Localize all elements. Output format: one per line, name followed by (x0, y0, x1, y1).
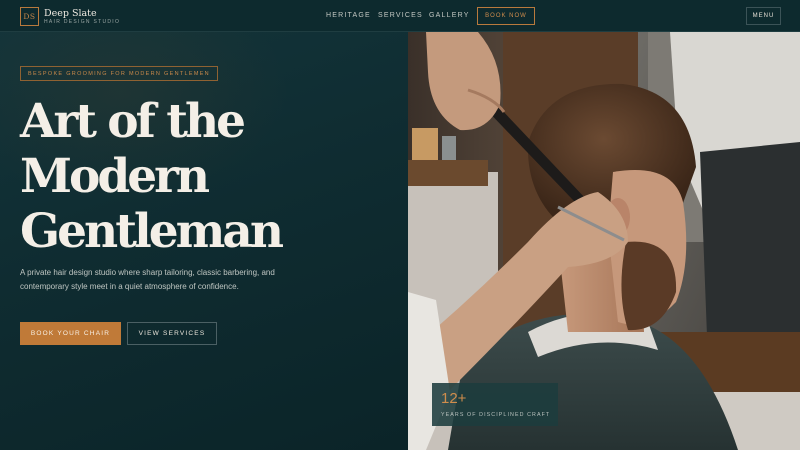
menu-button[interactable]: MENU (746, 7, 781, 25)
brand-tagline: HAIR DESIGN STUDIO (44, 19, 121, 25)
experience-years-label: YEARS OF DISCIPLINED CRAFT (441, 412, 551, 418)
headline-line-3: Gentleman (20, 204, 284, 259)
nav-link-heritage[interactable]: HERITAGE (326, 12, 371, 19)
book-your-chair-button[interactable]: BOOK YOUR CHAIR (20, 322, 121, 345)
hero-eyebrow: BESPOKE GROOMING FOR MODERN GENTLEMEN (20, 66, 218, 81)
nav-link-services[interactable]: SERVICES (378, 12, 423, 19)
experience-years-value: 12+ (441, 390, 467, 407)
view-services-button[interactable]: VIEW SERVICES (127, 322, 217, 345)
brand-monogram[interactable]: DS (20, 7, 39, 26)
headline-line-2: Modern (20, 149, 210, 204)
nav-link-gallery[interactable]: GALLERY (429, 12, 470, 19)
hero-description: A private hair design studio where sharp… (20, 268, 275, 291)
headline-line-1: Art of the (20, 94, 246, 149)
hero-headline: Art of the Modern Gentleman (20, 94, 284, 259)
book-now-button[interactable]: BOOK NOW (477, 7, 535, 25)
top-navigation: DS Deep Slate HAIR DESIGN STUDIO HERITAG… (0, 0, 800, 32)
brand-name[interactable]: Deep Slate (44, 8, 97, 19)
experience-stat-card: 12+ YEARS OF DISCIPLINED CRAFT (432, 383, 558, 426)
